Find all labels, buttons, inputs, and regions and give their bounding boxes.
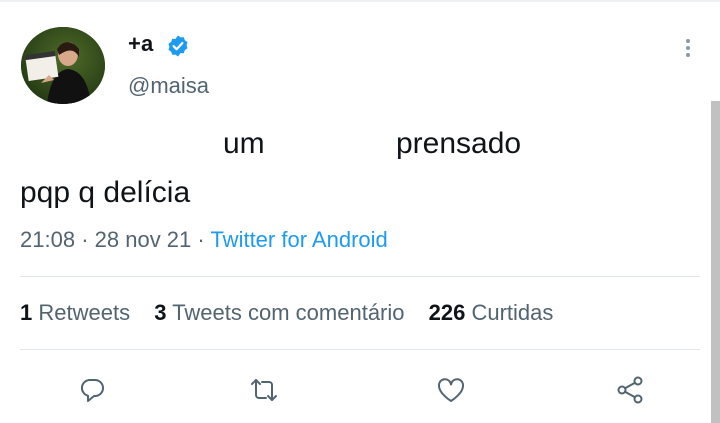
share-button[interactable]: [613, 373, 647, 407]
top-divider: [0, 0, 720, 2]
meta-separator: ·: [197, 227, 205, 252]
meta-separator: ·: [81, 227, 89, 252]
share-icon: [617, 376, 643, 404]
verified-badge-icon: [168, 35, 188, 57]
like-button[interactable]: [434, 373, 468, 407]
tweet-date[interactable]: 28 nov 21: [95, 227, 192, 252]
divider: [20, 276, 700, 277]
retweets-stat[interactable]: 1 Retweets: [20, 300, 130, 325]
reply-button[interactable]: [75, 373, 109, 407]
tweet-meta: 21:08 · 28 nov 21 · Twitter for Android: [20, 227, 388, 253]
like-icon: [437, 378, 465, 402]
avatar[interactable]: [21, 27, 105, 104]
quote-tweets-stat[interactable]: 3 Tweets com comentário: [154, 300, 404, 325]
tweet-text-line-2: pqp q delícia: [20, 176, 191, 209]
display-name[interactable]: +a: [128, 31, 153, 57]
more-options-icon[interactable]: [678, 36, 698, 60]
divider: [20, 349, 700, 350]
retweet-icon: [251, 379, 277, 401]
tweet-text-word-um: um: [223, 127, 265, 160]
handle[interactable]: @maisa: [128, 73, 209, 99]
tweet-source-link[interactable]: Twitter for Android: [210, 227, 387, 252]
reply-icon: [80, 379, 104, 402]
tweet-text-word-prensado: prensado: [396, 127, 522, 160]
retweet-button[interactable]: [247, 373, 281, 407]
scrollbar[interactable]: [711, 101, 720, 423]
tweet-time[interactable]: 21:08: [20, 227, 75, 252]
tweet-stats: 1 Retweets 3 Tweets com comentário 226 C…: [20, 300, 571, 326]
likes-stat[interactable]: 226 Curtidas: [429, 300, 554, 325]
